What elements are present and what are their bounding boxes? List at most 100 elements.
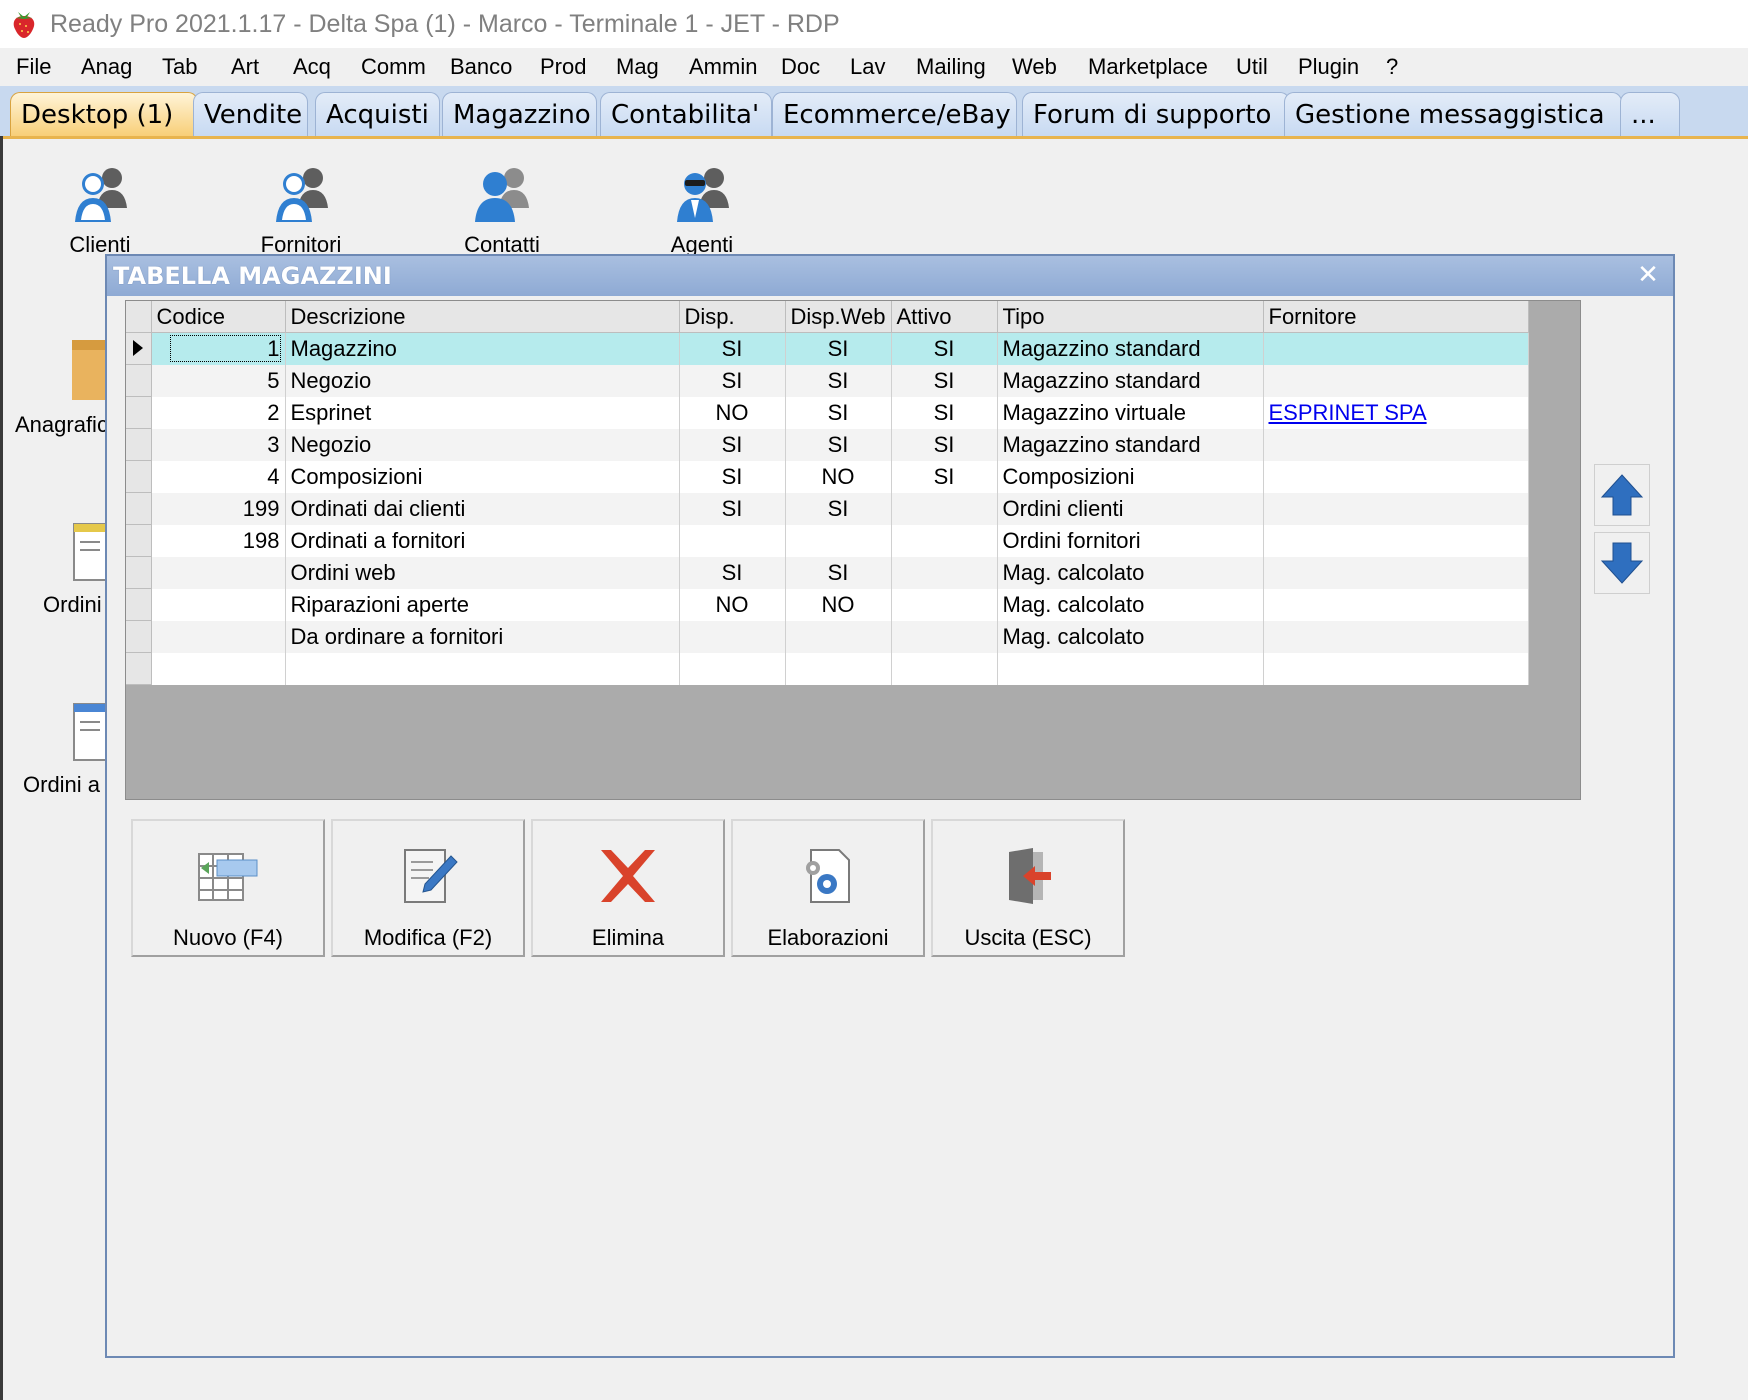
menu-prod[interactable]: Prod [540, 54, 586, 80]
col-header-disp[interactable]: Disp. [679, 301, 786, 333]
table-row[interactable]: Riparazioni aperte NO NO Mag. calcolato [126, 588, 1529, 621]
desktop-icon-clienti[interactable]: Clienti [50, 160, 150, 260]
desktop-icon-agenti[interactable]: Agenti [652, 160, 752, 260]
cell-tipo[interactable]: Magazzino virtuale [997, 396, 1264, 429]
table-row[interactable]: 199 Ordinati dai clienti SI SI Ordini cl… [126, 492, 1529, 525]
move-up-button[interactable] [1594, 464, 1650, 526]
uscita-button[interactable]: Uscita (ESC) [931, 819, 1125, 957]
col-header-descrizione[interactable]: Descrizione [285, 301, 680, 333]
menu-mailing[interactable]: Mailing [916, 54, 986, 80]
cell-fornitore[interactable] [1263, 492, 1529, 525]
cell-tipo[interactable] [997, 652, 1264, 685]
table-row[interactable]: 5 Negozio SI SI SI Magazzino standard [126, 364, 1529, 397]
desktop-icon-ordini-a[interactable]: Ordini a [10, 702, 111, 802]
cell-attivo[interactable] [891, 652, 998, 685]
menu-art[interactable]: Art [231, 54, 259, 80]
cell-disp-web[interactable] [785, 524, 892, 557]
cell-attivo[interactable]: SI [891, 460, 998, 493]
menu-tab[interactable]: Tab [162, 54, 197, 80]
cell-disp[interactable]: NO [679, 396, 786, 429]
cell-fornitore[interactable] [1263, 524, 1529, 557]
fornitore-link[interactable]: ESPRINET SPA [1269, 400, 1427, 425]
cell-fornitore[interactable] [1263, 332, 1529, 365]
cell-codice[interactable]: 4 [151, 460, 286, 493]
cell-fornitore[interactable] [1263, 428, 1529, 461]
warehouse-grid[interactable]: Codice Descrizione Disp. Disp.Web Attivo… [125, 300, 1581, 800]
desktop-icon-anagrafiche[interactable]: Anagrafic [10, 340, 112, 440]
cell-disp[interactable]: SI [679, 364, 786, 397]
cell-tipo[interactable]: Magazzino standard [997, 332, 1264, 365]
desktop-icon-contatti[interactable]: Contatti [452, 160, 552, 260]
table-row[interactable]: Ordini web SI SI Mag. calcolato [126, 556, 1529, 589]
cell-attivo[interactable]: SI [891, 332, 998, 365]
cell-fornitore[interactable] [1263, 364, 1529, 397]
cell-codice[interactable] [151, 620, 286, 653]
cell-disp-web[interactable]: SI [785, 364, 892, 397]
menu-ammin[interactable]: Ammin [689, 54, 757, 80]
modifica-button[interactable]: Modifica (F2) [331, 819, 525, 957]
cell-tipo[interactable]: Magazzino standard [997, 428, 1264, 461]
cell-codice[interactable]: 3 [151, 428, 286, 461]
cell-attivo[interactable] [891, 556, 998, 589]
cell-tipo[interactable]: Mag. calcolato [997, 588, 1264, 621]
menu-plugin[interactable]: Plugin [1298, 54, 1359, 80]
cell-codice[interactable]: 199 [151, 492, 286, 525]
table-row[interactable]: 1 Magazzino SI SI SI Magazzino standard [126, 332, 1529, 365]
cell-tipo[interactable]: Composizioni [997, 460, 1264, 493]
menu-anag[interactable]: Anag [81, 54, 132, 80]
tab-messaggistica[interactable]: Gestione messaggistica [1284, 92, 1622, 136]
cell-disp-web[interactable]: SI [785, 492, 892, 525]
cell-attivo[interactable] [891, 492, 998, 525]
tab-desktop[interactable]: Desktop (1) [10, 92, 198, 136]
table-row[interactable]: Da ordinare a fornitori Mag. calcolato [126, 620, 1529, 653]
menu-marketplace[interactable]: Marketplace [1088, 54, 1208, 80]
cell-disp-web[interactable]: SI [785, 428, 892, 461]
tab-contabilita[interactable]: Contabilita' [600, 92, 772, 136]
cell-codice[interactable] [151, 588, 286, 621]
menu-acq[interactable]: Acq [293, 54, 331, 80]
cell-descrizione[interactable]: Negozio [285, 364, 680, 397]
col-header-codice[interactable]: Codice [151, 301, 286, 333]
cell-disp-web[interactable]: NO [785, 460, 892, 493]
cell-disp[interactable]: SI [679, 492, 786, 525]
cell-descrizione[interactable] [285, 652, 680, 685]
cell-fornitore[interactable] [1263, 556, 1529, 589]
cell-codice[interactable] [151, 652, 286, 685]
cell-descrizione[interactable]: Composizioni [285, 460, 680, 493]
col-header-disp-web[interactable]: Disp.Web [785, 301, 892, 333]
menu-util[interactable]: Util [1236, 54, 1268, 80]
cell-tipo[interactable]: Ordini fornitori [997, 524, 1264, 557]
cell-tipo[interactable]: Ordini clienti [997, 492, 1264, 525]
tab-vendite[interactable]: Vendite [193, 92, 308, 136]
menu-banco[interactable]: Banco [450, 54, 512, 80]
cell-descrizione[interactable]: Ordini web [285, 556, 680, 589]
menu-comm[interactable]: Comm [361, 54, 426, 80]
table-row[interactable]: 3 Negozio SI SI SI Magazzino standard [126, 428, 1529, 461]
cell-fornitore[interactable] [1263, 620, 1529, 653]
cell-disp-web[interactable]: SI [785, 332, 892, 365]
cell-attivo[interactable]: SI [891, 428, 998, 461]
cell-disp[interactable] [679, 620, 786, 653]
menu-web[interactable]: Web [1012, 54, 1057, 80]
cell-disp[interactable]: SI [679, 332, 786, 365]
col-header-tipo[interactable]: Tipo [997, 301, 1264, 333]
table-row[interactable]: 2 Esprinet NO SI SI Magazzino virtuale E… [126, 396, 1529, 429]
table-row[interactable]: 198 Ordinati a fornitori Ordini fornitor… [126, 524, 1529, 557]
tab-more[interactable]: ... [1620, 92, 1680, 136]
cell-codice[interactable]: 1 [151, 332, 286, 365]
cell-tipo[interactable]: Mag. calcolato [997, 556, 1264, 589]
cell-codice[interactable]: 5 [151, 364, 286, 397]
cell-attivo[interactable]: SI [891, 364, 998, 397]
move-down-button[interactable] [1594, 532, 1650, 594]
cell-descrizione[interactable]: Negozio [285, 428, 680, 461]
cell-disp-web[interactable]: SI [785, 556, 892, 589]
col-header-fornitore[interactable]: Fornitore [1263, 301, 1529, 333]
cell-fornitore[interactable] [1263, 652, 1529, 685]
cell-disp[interactable] [679, 524, 786, 557]
nuovo-button[interactable]: Nuovo (F4) [131, 819, 325, 957]
cell-disp-web[interactable]: SI [785, 396, 892, 429]
cell-disp-web[interactable] [785, 620, 892, 653]
tab-magazzino[interactable]: Magazzino [442, 92, 597, 136]
cell-disp[interactable]: SI [679, 428, 786, 461]
cell-disp[interactable]: SI [679, 556, 786, 589]
